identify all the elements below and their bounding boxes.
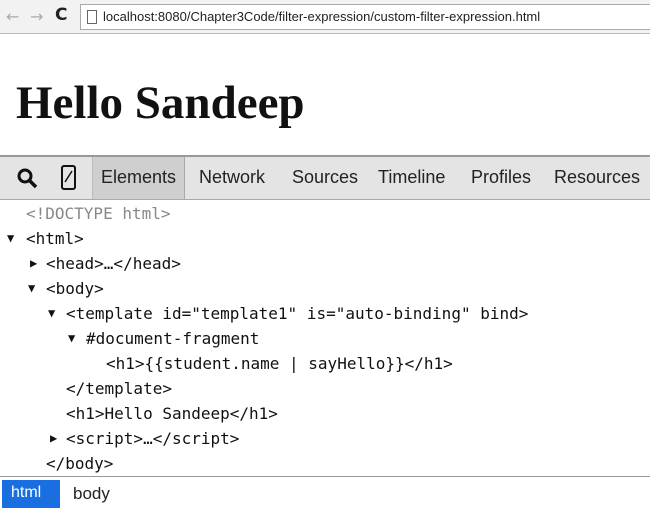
device-mode-icon[interactable] [60, 164, 78, 192]
tab-sources[interactable]: Sources [292, 167, 358, 188]
search-icon[interactable] [16, 167, 38, 189]
tab-resources[interactable]: Resources [554, 167, 640, 188]
url-text[interactable]: localhost:8080/Chapter3Code/filter-expre… [103, 9, 540, 24]
browser-toolbar: ← → C localhost:8080/Chapter3Code/filter… [0, 0, 650, 34]
template-node[interactable]: <template id="template1" is="auto-bindin… [66, 301, 528, 326]
back-button[interactable]: ← [6, 7, 19, 26]
breadcrumb-body[interactable]: body [73, 484, 110, 504]
document-fragment-node[interactable]: #document-fragment [86, 326, 259, 351]
breadcrumb-html[interactable]: html [2, 480, 60, 508]
html-node[interactable]: <html> [26, 226, 84, 251]
body-close-node[interactable]: </body> [46, 451, 113, 476]
expand-triangle-icon[interactable]: ▼ [28, 276, 35, 301]
collapse-triangle-icon[interactable]: ▶ [30, 251, 37, 276]
page-icon [87, 10, 97, 24]
collapse-triangle-icon[interactable]: ▶ [50, 426, 57, 451]
template-h1-node[interactable]: <h1>{{student.name | sayHello}}</h1> [106, 351, 453, 376]
dom-tree: <!DOCTYPE html> ▼ <html> ▶ <head>…</head… [0, 200, 650, 476]
forward-button[interactable]: → [30, 7, 43, 26]
body-node[interactable]: <body> [46, 276, 104, 301]
breadcrumb: html body [0, 476, 650, 510]
devtools-toolbar: Elements Network Sources Timeline Profil… [0, 155, 650, 200]
expand-triangle-icon[interactable]: ▼ [7, 226, 14, 251]
template-close-node[interactable]: </template> [66, 376, 172, 401]
tab-network[interactable]: Network [199, 167, 265, 188]
page-heading: Hello Sandeep [16, 77, 305, 129]
page-content: Hello Sandeep [0, 34, 650, 155]
tab-elements[interactable]: Elements [92, 157, 186, 199]
reload-button[interactable]: C [55, 5, 67, 25]
script-node[interactable]: <script>…</script> [66, 426, 239, 451]
tab-timeline[interactable]: Timeline [378, 167, 445, 188]
h1-node[interactable]: <h1>Hello Sandeep</h1> [66, 401, 278, 426]
tab-profiles[interactable]: Profiles [471, 167, 531, 188]
expand-triangle-icon[interactable]: ▼ [48, 301, 55, 326]
address-bar[interactable]: localhost:8080/Chapter3Code/filter-expre… [80, 4, 650, 30]
doctype-node[interactable]: <!DOCTYPE html> [26, 201, 171, 226]
expand-triangle-icon[interactable]: ▼ [68, 326, 75, 351]
head-node[interactable]: <head>…</head> [46, 251, 181, 276]
